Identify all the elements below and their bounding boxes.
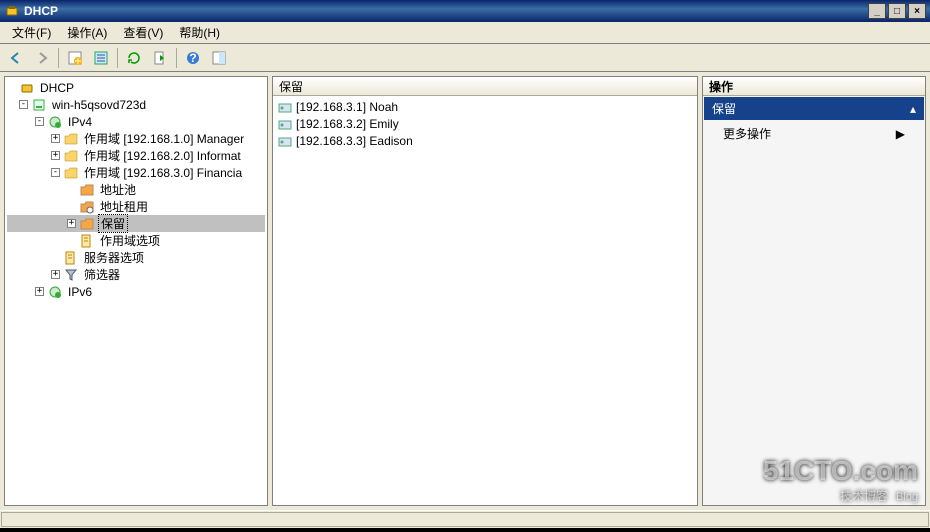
expander-icon[interactable]: + (51, 151, 60, 160)
expander-icon[interactable]: + (51, 270, 60, 279)
title-bar: DHCP _ □ × (0, 0, 930, 22)
back-button[interactable] (4, 46, 28, 70)
reservation-icon (277, 133, 293, 149)
tree-ipv6[interactable]: + IPv6 (7, 283, 265, 300)
tree-ipv4[interactable]: - IPv4 (7, 113, 265, 130)
menu-view[interactable]: 查看(V) (115, 22, 171, 43)
collapse-icon: ▴ (910, 102, 916, 116)
menu-bar: 文件(F) 操作(A) 查看(V) 帮助(H) (0, 22, 930, 44)
reservation-icon (277, 99, 293, 115)
folder-sub-icon (79, 182, 95, 198)
forward-button[interactable] (30, 46, 54, 70)
expander-icon[interactable]: - (35, 117, 44, 126)
actions-pane: 操作 保留 ▴ 更多操作 ▶ (702, 76, 926, 506)
list-pane: 保留 [192.168.3.1] Noah [192.168.3.2] Emil… (272, 76, 698, 506)
tool-bar: ? (0, 44, 930, 72)
tree-scope-options[interactable]: 作用域选项 (7, 232, 265, 249)
window-buttons: _ □ × (868, 3, 926, 19)
dhcp-icon (19, 80, 35, 96)
folder-sub-icon (79, 199, 95, 215)
tree-server[interactable]: - win-h5qsovd723d (7, 96, 265, 113)
help-button[interactable]: ? (181, 46, 205, 70)
menu-action[interactable]: 操作(A) (59, 22, 115, 43)
tree-scope-2[interactable]: + 作用域 [192.168.2.0] Informat (7, 147, 265, 164)
expander-icon[interactable]: + (67, 219, 76, 228)
list-item[interactable]: [192.168.3.2] Emily (275, 115, 695, 132)
tree-root-dhcp[interactable]: DHCP (7, 79, 265, 96)
options-icon (63, 250, 79, 266)
svg-text:?: ? (189, 51, 196, 65)
expander-icon[interactable]: + (35, 287, 44, 296)
menu-file[interactable]: 文件(F) (4, 22, 59, 43)
toolbar-separator (58, 48, 59, 68)
minimize-button[interactable]: _ (868, 3, 886, 19)
actions-header: 操作 (703, 77, 925, 96)
tree-scope-3[interactable]: - 作用域 [192.168.3.0] Financia (7, 164, 265, 181)
expander-icon[interactable]: - (51, 168, 60, 177)
properties-button[interactable] (89, 46, 113, 70)
folder-icon (63, 148, 79, 164)
ipv4-icon (47, 114, 63, 130)
status-cell (1, 512, 929, 527)
action-more[interactable]: 更多操作 ▶ (703, 121, 925, 146)
list-item[interactable]: [192.168.3.3] Eadison (275, 132, 695, 149)
list-body: [192.168.3.1] Noah [192.168.3.2] Emily [… (273, 96, 697, 151)
folder-icon (63, 165, 79, 181)
toolbar-separator (176, 48, 177, 68)
status-bar (0, 510, 930, 528)
reservation-icon (277, 116, 293, 132)
action-pane-button[interactable] (207, 46, 231, 70)
tree-server-options[interactable]: 服务器选项 (7, 249, 265, 266)
expander-icon[interactable]: - (19, 100, 28, 109)
list-item[interactable]: [192.168.3.1] Noah (275, 98, 695, 115)
menu-help[interactable]: 帮助(H) (171, 22, 228, 43)
server-icon (31, 97, 47, 113)
maximize-button[interactable]: □ (888, 3, 906, 19)
export-button[interactable] (148, 46, 172, 70)
tree-scope-1[interactable]: + 作用域 [192.168.1.0] Manager (7, 130, 265, 147)
toolbar-separator (117, 48, 118, 68)
list-header[interactable]: 保留 (273, 77, 697, 96)
filter-icon (63, 267, 79, 283)
tree-filters[interactable]: + 筛选器 (7, 266, 265, 283)
ipv6-icon (47, 284, 63, 300)
options-icon (79, 233, 95, 249)
close-button[interactable]: × (908, 3, 926, 19)
expander-icon[interactable]: + (51, 134, 60, 143)
tree-pane: DHCP - win-h5qsovd723d - IPv4 + 作用域 [192… (4, 76, 268, 506)
chevron-right-icon: ▶ (896, 127, 905, 141)
folder-icon (63, 131, 79, 147)
window-title: DHCP (24, 4, 868, 18)
tree: DHCP - win-h5qsovd723d - IPv4 + 作用域 [192… (5, 77, 267, 302)
actions-category[interactable]: 保留 ▴ (704, 97, 924, 120)
tree-address-pool[interactable]: 地址池 (7, 181, 265, 198)
tree-reservations[interactable]: + 保留 (7, 215, 265, 232)
folder-sub-icon (79, 216, 95, 232)
refresh-button[interactable] (122, 46, 146, 70)
tree-leases[interactable]: 地址租用 (7, 198, 265, 215)
client-area: DHCP - win-h5qsovd723d - IPv4 + 作用域 [192… (0, 72, 930, 510)
add-button[interactable] (63, 46, 87, 70)
app-icon (4, 3, 20, 19)
